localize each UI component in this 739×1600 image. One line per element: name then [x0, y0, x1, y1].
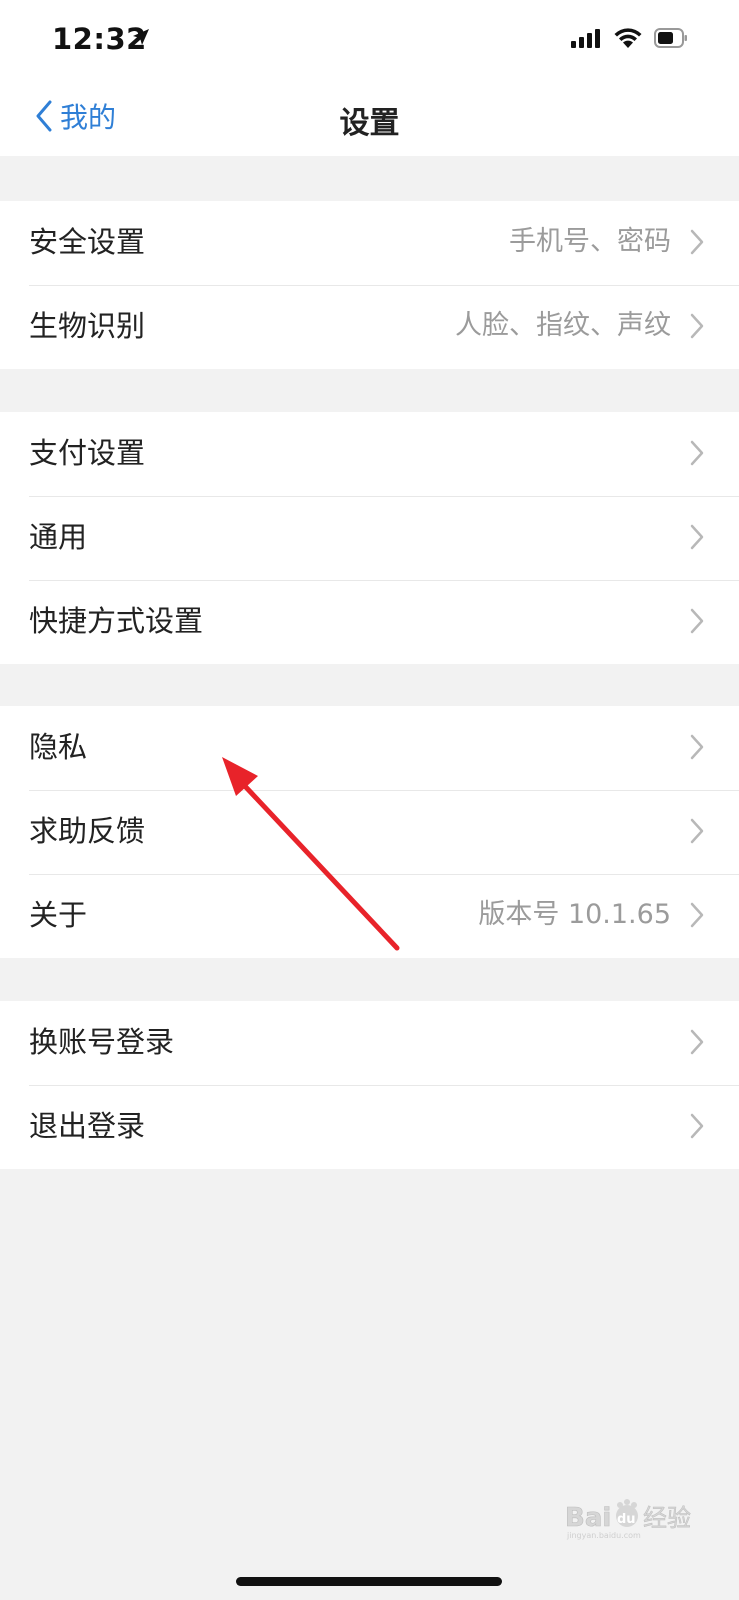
version-value: 版本号 10.1.65 [478, 899, 671, 930]
row-value: 手机号、密码 [509, 226, 671, 257]
chevron-right-icon [690, 440, 704, 466]
row-label: 通用 [29, 520, 88, 554]
settings-row-security[interactable]: 安全设置 手机号、密码 [0, 201, 739, 285]
row-label: 安全设置 [29, 225, 146, 259]
svg-text:jingyan.baidu.com: jingyan.baidu.com [566, 1531, 641, 1540]
svg-text:du: du [617, 1512, 636, 1527]
home-indicator[interactable] [236, 1577, 502, 1586]
svg-text:Bai: Bai [565, 1503, 611, 1533]
settings-row-logout[interactable]: 退出登录 [0, 1085, 739, 1169]
chevron-right-icon [690, 608, 704, 634]
row-label: 支付设置 [29, 436, 146, 470]
chevron-right-icon [690, 524, 704, 550]
baidu-watermark-logo: Bai du 经验 jingyan.baidu.com [565, 1499, 691, 1540]
row-label: 退出登录 [29, 1109, 146, 1143]
settings-row-about[interactable]: 关于 版本号 10.1.65 [0, 874, 739, 958]
row-label: 换账号登录 [29, 1025, 175, 1059]
chevron-right-icon [690, 1113, 704, 1139]
settings-row-switch-account[interactable]: 换账号登录 [0, 1001, 739, 1085]
settings-row-general[interactable]: 通用 [0, 496, 739, 580]
chevron-right-icon [690, 818, 704, 844]
row-label: 关于 [29, 898, 88, 932]
row-value: 人脸、指纹、声纹 [455, 310, 671, 341]
svg-text:经验: 经验 [643, 1504, 691, 1532]
row-label: 隐私 [29, 730, 88, 764]
chevron-right-icon [690, 734, 704, 760]
settings-row-payment[interactable]: 支付设置 [0, 412, 739, 496]
row-label: 生物识别 [29, 309, 146, 343]
chevron-right-icon [690, 902, 704, 928]
settings-group-account-security: 安全设置 手机号、密码 生物识别 人脸、指纹、声纹 [0, 201, 739, 369]
battery-icon [654, 28, 687, 48]
cellular-signal-icon [571, 29, 600, 48]
row-label: 求助反馈 [29, 814, 146, 848]
page-title: 设置 [339, 106, 400, 141]
row-label: 快捷方式设置 [29, 604, 204, 638]
nav-bar: 我的 设置 [0, 78, 739, 156]
location-arrow-icon [133, 29, 149, 45]
settings-row-privacy[interactable]: 隐私 [0, 706, 739, 790]
settings-group-general: 支付设置 通用 快捷方式设置 [0, 412, 739, 664]
status-bar: 12:32 [0, 0, 739, 78]
settings-row-biometrics[interactable]: 生物识别 人脸、指纹、声纹 [0, 285, 739, 369]
settings-row-shortcuts[interactable]: 快捷方式设置 [0, 580, 739, 664]
settings-group-login: 换账号登录 退出登录 [0, 1001, 739, 1169]
wifi-icon [614, 28, 642, 48]
settings-row-feedback[interactable]: 求助反馈 [0, 790, 739, 874]
chevron-right-icon [690, 229, 704, 255]
chevron-right-icon [690, 313, 704, 339]
chevron-right-icon [690, 1029, 704, 1055]
settings-group-privacy-about: 隐私 求助反馈 关于 版本号 10.1.65 [0, 706, 739, 958]
